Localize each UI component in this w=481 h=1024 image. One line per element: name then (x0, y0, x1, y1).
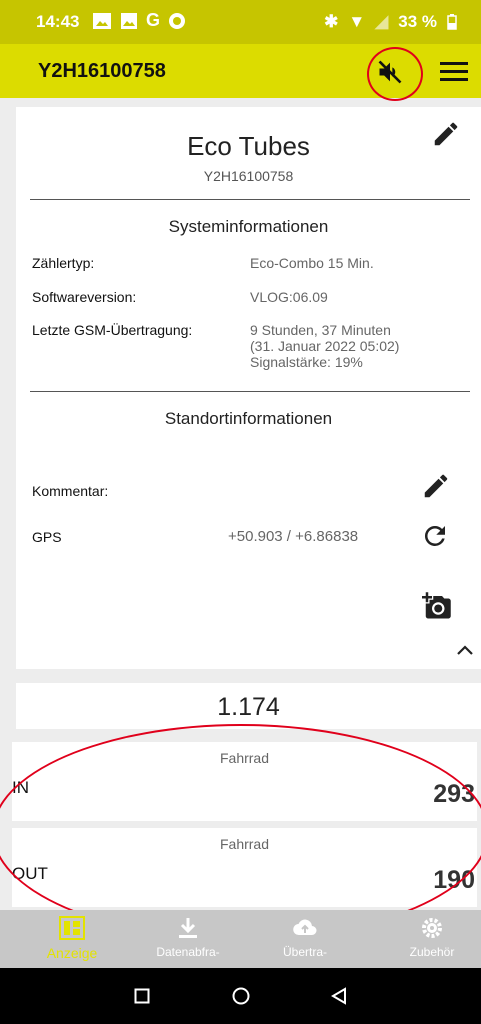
app-notification-icon (169, 12, 186, 29)
system-navigation-bar (0, 968, 481, 1024)
total-counter-value: 1.174 (217, 693, 280, 721)
nav-label: Anzeige (46, 945, 98, 961)
gps-value: +50.903 / +6.86838 (228, 528, 359, 545)
comment-label: Kommentar: (32, 483, 109, 499)
last-gsm-value: 9 Stunden, 37 Minuten (31. Januar 2022 0… (250, 322, 399, 370)
home-icon[interactable] (232, 987, 250, 1005)
last-gsm-duration: 9 Stunden, 37 Minuten (250, 322, 391, 338)
battery-level: 33 % (398, 12, 437, 31)
signal-strength: Signalstärke: 19% (250, 354, 363, 370)
divider (30, 391, 470, 392)
add-photo-icon[interactable] (421, 591, 453, 621)
recent-apps-icon[interactable] (134, 988, 150, 1004)
download-icon (179, 918, 197, 938)
nav-item-zubehoer[interactable]: Zubehör (382, 916, 481, 959)
cloud-upload-icon (293, 919, 317, 936)
edit-comment-icon[interactable] (421, 471, 451, 501)
chevron-up-icon[interactable] (456, 643, 474, 657)
google-icon: G (146, 10, 161, 30)
location-info-heading: Standortinformationen (164, 409, 333, 428)
nav-item-datenabfrage[interactable]: Datenabfra- (138, 916, 238, 959)
total-counter-card: 1.174 (16, 683, 481, 729)
nav-item-uebertragung[interactable]: Übertra- (255, 916, 355, 959)
nav-label: Datenabfra- (156, 945, 220, 959)
annotation-circle (367, 47, 423, 101)
gps-label: GPS (32, 529, 62, 545)
counter-type-label: Zählertyp: (32, 255, 95, 271)
signal-icon: ◢ (375, 12, 389, 31)
software-version-value: VLOG:06.09 (250, 289, 328, 305)
nav-label: Zubehör (409, 945, 455, 959)
back-icon[interactable] (330, 987, 348, 1005)
app-bar-title: Y2H16100758 (38, 60, 166, 82)
device-name: Eco Tubes (187, 131, 310, 161)
gallery-notification-icon (93, 12, 111, 29)
menu-icon[interactable] (440, 59, 468, 83)
battery-icon (447, 14, 457, 30)
last-gsm-date: (31. Januar 2022 05:02) (250, 338, 400, 354)
refresh-icon[interactable] (420, 521, 450, 551)
wifi-icon: ▼ (348, 12, 366, 31)
gear-icon (422, 918, 442, 938)
edit-icon[interactable] (431, 119, 461, 149)
system-info-heading: Systeminformationen (168, 217, 329, 236)
nav-label: Übertra- (282, 945, 327, 959)
nav-item-anzeige[interactable]: Anzeige (22, 916, 122, 961)
software-version-label: Softwareversion: (32, 289, 137, 305)
last-gsm-label: Letzte GSM-Übertragung: (32, 322, 193, 338)
bottom-navigation: Anzeige Datenabfra- Übertra- Zubehör (0, 910, 481, 968)
bluetooth-icon: ✱ (324, 12, 339, 31)
device-info-card: Eco Tubes Y2H16100758 Systeminformatione… (16, 107, 481, 669)
divider (30, 199, 470, 200)
display-icon (59, 916, 85, 940)
annotation-ellipse (0, 724, 481, 940)
device-serial: Y2H16100758 (203, 168, 294, 184)
counter-type-value: Eco-Combo 15 Min. (250, 255, 374, 271)
status-bar: 14:43 G ✱ ▼ ◢ 33 % (0, 0, 481, 44)
image-notification-icon (121, 12, 137, 29)
status-time: 14:43 (36, 12, 80, 31)
